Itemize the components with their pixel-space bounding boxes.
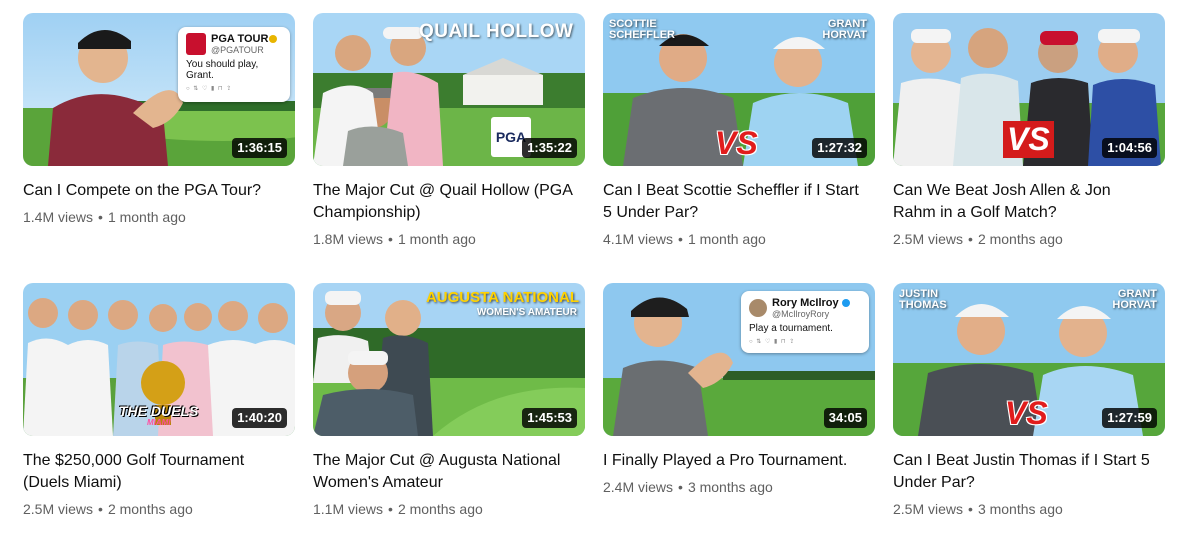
video-meta: 4.1M views • 1 month ago [603,230,875,248]
tweet-handle: @McIlroyRory [772,309,830,319]
vs-label: VS [1003,121,1054,158]
video-title[interactable]: Can We Beat Josh Allen & Jon Rahm in a G… [893,180,1157,224]
tweet-body: You should play, Grant. [186,59,259,81]
video-card[interactable]: QUAIL HOLLOW PGA 1:35:22 The Major Cut @… [313,13,585,283]
video-title[interactable]: Can I Beat Justin Thomas if I Start 5 Un… [893,450,1157,494]
banner-text: AUGUSTA NATIONAL [425,289,579,306]
player-name-left: JUSTIN THOMAS [899,288,947,311]
duels-logo-sub: MIAMI [147,418,171,427]
tweet-card: PGA TOUR @PGATOUR You should play, Grant… [178,27,290,102]
separator-dot: • [98,209,103,225]
duels-logo: THE DUELS [119,403,199,419]
upload-age: 2 months ago [107,501,193,517]
tweet-card: Rory McIlroy @McIlroyRory Play a tournam… [741,291,869,353]
video-grid: PGA TOUR @PGATOUR You should play, Grant… [23,13,1165,553]
separator-dot: • [388,501,393,517]
avatar [749,299,767,317]
tweet-handle: @PGATOUR [211,45,264,55]
upload-age: 2 months ago [397,501,483,517]
video-thumbnail[interactable]: SCOTTIE SCHEFFLER GRANT HORVAT VS 1:27:3… [603,13,875,166]
video-thumbnail[interactable]: VS 1:04:56 [893,13,1165,166]
upload-age: 2 months ago [977,231,1063,247]
tweet-actions-icon: ○ ⇅ ♡ ▮ ⊓ ⇪ [749,339,796,345]
separator-dot: • [968,501,973,517]
view-count: 2.4M views [603,479,674,495]
view-count: 2.5M views [893,231,964,247]
separator-dot: • [388,231,393,247]
view-count: 1.1M views [313,501,384,517]
view-count: 1.8M views [313,231,384,247]
tweet-actions-icon: ○ ⇅ ♡ ▮ ⊓ ⇪ [186,86,233,92]
video-card[interactable]: JUSTIN THOMAS GRANT HORVAT VS 1:27:59 Ca… [893,283,1165,553]
video-title[interactable]: Can I Compete on the PGA Tour? [23,180,287,202]
duration-badge: 1:35:22 [522,138,577,158]
video-thumbnail[interactable]: Rory McIlroy @McIlroyRory Play a tournam… [603,283,875,436]
banner-text: QUAIL HOLLOW [419,21,574,42]
duration-badge: 1:40:20 [232,408,287,428]
video-title[interactable]: I Finally Played a Pro Tournament. [603,450,867,472]
video-title[interactable]: The Major Cut @ Quail Hollow (PGA Champi… [313,180,577,224]
verified-badge-icon [841,299,850,307]
player-name-right: GRANT HORVAT [822,18,867,41]
view-count: 2.5M views [893,501,964,517]
video-thumbnail[interactable]: AUGUSTA NATIONAL WOMEN'S AMATEUR 1:45:53 [313,283,585,436]
view-count: 1.4M views [23,209,94,225]
vs-label: VS [715,125,758,161]
video-meta: 2.5M views • 2 months ago [893,230,1165,248]
video-title[interactable]: The Major Cut @ Augusta National Women's… [313,450,577,494]
upload-age: 1 month ago [397,231,476,247]
banner-subtext: WOMEN'S AMATEUR [476,307,577,318]
view-count: 4.1M views [603,231,674,247]
video-title[interactable]: Can I Beat Scottie Scheffler if I Start … [603,180,867,224]
view-count: 2.5M views [23,501,94,517]
video-meta: 2.4M views • 3 months ago [603,478,875,496]
video-thumbnail[interactable]: JUSTIN THOMAS GRANT HORVAT VS 1:27:59 [893,283,1165,436]
duration-badge: 1:27:32 [812,138,867,158]
duration-badge: 1:36:15 [232,138,287,158]
video-card[interactable]: VS 1:04:56 Can We Beat Josh Allen & Jon … [893,13,1165,283]
video-thumbnail[interactable]: THE DUELS MIAMI 1:40:20 [23,283,295,436]
video-title[interactable]: The $250,000 Golf Tournament (Duels Miam… [23,450,287,494]
player-name-right: GRANT HORVAT [1112,288,1157,311]
pga-tour-logo-icon [186,33,206,55]
video-thumbnail[interactable]: QUAIL HOLLOW PGA 1:35:22 [313,13,585,166]
tweet-body: Play a tournament. [749,323,833,334]
player-name-left: SCOTTIE SCHEFFLER [609,18,675,41]
tweet-name: Rory McIlroy [772,297,839,309]
separator-dot: • [968,231,973,247]
video-card[interactable]: PGA TOUR @PGATOUR You should play, Grant… [23,13,295,283]
video-meta: 2.5M views • 3 months ago [893,500,1165,518]
duration-badge: 1:27:59 [1102,408,1157,428]
video-thumbnail[interactable]: PGA TOUR @PGATOUR You should play, Grant… [23,13,295,166]
duration-badge: 1:45:53 [522,408,577,428]
tweet-name: PGA TOUR [211,33,269,45]
video-card[interactable]: SCOTTIE SCHEFFLER GRANT HORVAT VS 1:27:3… [603,13,875,283]
separator-dot: • [678,479,683,495]
video-meta: 1.4M views • 1 month ago [23,208,295,226]
separator-dot: • [98,501,103,517]
vs-label: VS [1005,395,1048,431]
duration-badge: 34:05 [823,408,867,428]
video-meta: 1.1M views • 2 months ago [313,500,585,518]
video-meta: 2.5M views • 2 months ago [23,500,295,518]
duration-badge: 1:04:56 [1102,138,1157,158]
verified-badge-icon [269,35,278,43]
video-card[interactable]: THE DUELS MIAMI 1:40:20 The $250,000 Gol… [23,283,295,553]
video-meta: 1.8M views • 1 month ago [313,230,585,248]
upload-age: 1 month ago [107,209,186,225]
upload-age: 1 month ago [687,231,766,247]
video-card[interactable]: Rory McIlroy @McIlroyRory Play a tournam… [603,283,875,553]
video-card[interactable]: AUGUSTA NATIONAL WOMEN'S AMATEUR 1:45:53… [313,283,585,553]
upload-age: 3 months ago [977,501,1063,517]
upload-age: 3 months ago [687,479,773,495]
separator-dot: • [678,231,683,247]
